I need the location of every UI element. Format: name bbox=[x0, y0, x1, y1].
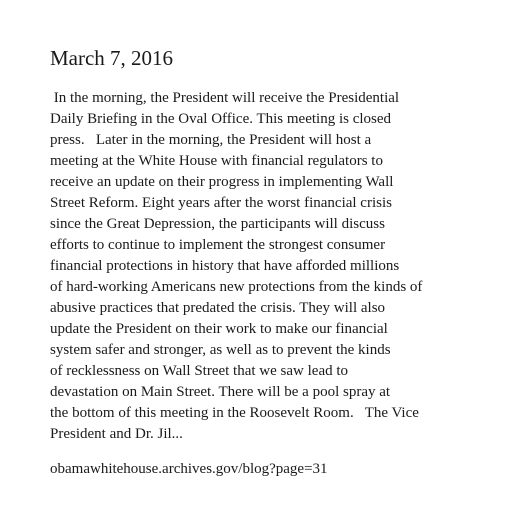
post-date: March 7, 2016 bbox=[50, 46, 174, 70]
body-line: meeting at the White House with financia… bbox=[50, 153, 383, 169]
body-line: system safer and stronger, as well as to… bbox=[50, 342, 391, 358]
body-line: since the Great Depression, the particip… bbox=[50, 216, 385, 232]
body-line: press. Later in the morning, the Preside… bbox=[50, 132, 372, 148]
body-line: of recklessness on Wall Street that we s… bbox=[50, 363, 349, 379]
body-line: financial protections in history that ha… bbox=[50, 258, 400, 274]
document-page: March 7, 2016 In the morning, the Presid… bbox=[0, 0, 512, 512]
body-line: In the morning, the President will recei… bbox=[50, 90, 400, 106]
source-url: obamawhitehouse.archives.gov/blog?page=3… bbox=[50, 461, 328, 477]
body-line: Daily Briefing in the Oval Office. This … bbox=[50, 111, 392, 127]
body-line: the bottom of this meeting in the Roosev… bbox=[50, 405, 419, 421]
body-line: receive an update on their progress in i… bbox=[50, 174, 394, 190]
body-line: update the President on their work to ma… bbox=[50, 321, 388, 337]
body-line: devastation on Main Street. There will b… bbox=[50, 384, 391, 400]
body-line: Street Reform. Eight years after the wor… bbox=[50, 195, 392, 211]
body-line: abusive practices that predated the cris… bbox=[50, 300, 386, 316]
body-line: of hard-working Americans new protection… bbox=[50, 279, 423, 295]
post-body: In the morning, the President will recei… bbox=[50, 88, 490, 445]
body-line: efforts to continue to implement the str… bbox=[50, 237, 386, 253]
body-line: President and Dr. Jil... bbox=[50, 426, 183, 442]
